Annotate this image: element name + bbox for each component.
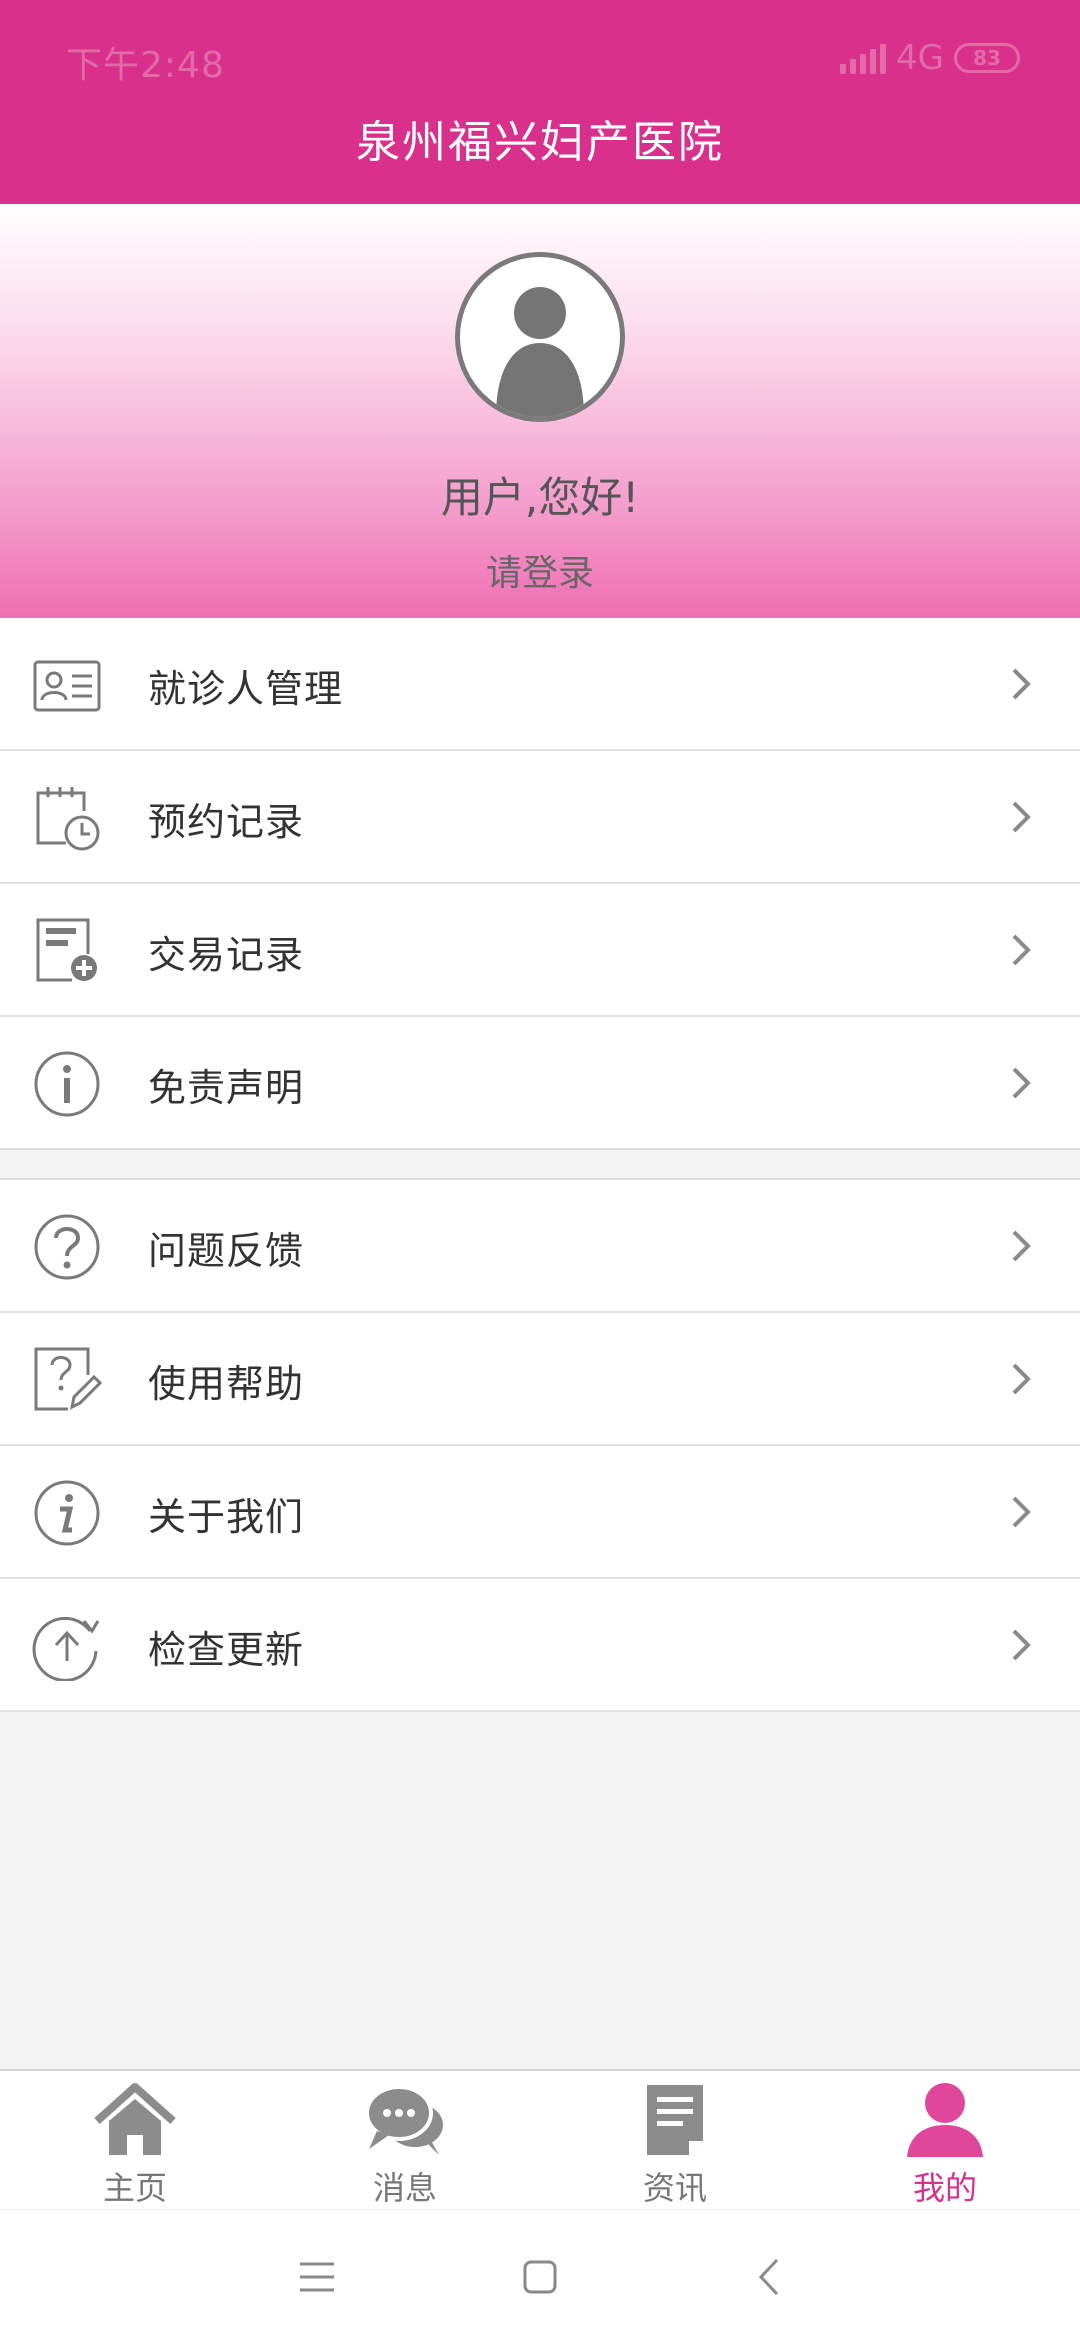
chevron-right-icon	[1012, 1230, 1031, 1262]
info-circle-icon	[34, 1051, 100, 1117]
status-indicators: 4G 83	[840, 38, 1020, 78]
menu-group-primary: 就诊人管理 预约记录 交易记录 免责声明	[0, 618, 1080, 1150]
menu-item-disclaimer[interactable]: 免责声明	[0, 1017, 1080, 1150]
home-icon	[94, 2083, 176, 2155]
menu-item-label: 免责声明	[148, 1066, 305, 1110]
chevron-right-icon	[1012, 1363, 1031, 1395]
menu-item-label: 检查更新	[148, 1628, 305, 1672]
id-card-icon	[33, 660, 101, 712]
menu-item-label: 使用帮助	[148, 1362, 305, 1406]
chevron-right-icon	[1012, 801, 1031, 833]
chevron-right-icon	[1012, 934, 1031, 966]
menu-item-label: 就诊人管理	[148, 667, 344, 711]
system-nav-bar	[0, 2209, 1080, 2340]
chevron-right-icon	[1012, 1496, 1031, 1528]
upload-refresh-icon	[32, 1616, 100, 1681]
bottom-tab-bar: 主页 消息 资讯 我的	[0, 2069, 1080, 2209]
question-circle-icon	[34, 1214, 100, 1280]
chat-icon	[365, 2085, 443, 2155]
tab-home[interactable]: 主页	[0, 2071, 270, 2209]
tab-label: 消息	[372, 2169, 437, 2207]
chevron-right-icon	[1012, 1629, 1031, 1661]
login-link[interactable]: 请登录	[0, 544, 1080, 596]
calendar-clock-icon	[36, 787, 100, 851]
back-icon[interactable]	[745, 2252, 795, 2302]
menu-item-feedback[interactable]: 问题反馈	[0, 1180, 1080, 1313]
status-time: 下午2:48	[66, 45, 225, 86]
user-silhouette-icon	[496, 287, 584, 417]
menu-item-label: 关于我们	[148, 1495, 305, 1539]
app-header: 下午2:48 4G 83 泉州福兴妇产医院	[0, 0, 1080, 204]
record-add-icon	[36, 918, 97, 982]
menu-icon[interactable]	[292, 2252, 342, 2302]
help-edit-icon	[34, 1347, 102, 1411]
status-bar: 下午2:48 4G 83	[0, 0, 1080, 110]
chevron-right-icon	[1012, 668, 1031, 700]
user-icon	[907, 2083, 983, 2157]
menu-item-label: 预约记录	[148, 800, 305, 844]
menu-item-check-update[interactable]: 检查更新	[0, 1579, 1080, 1712]
menu-item-label: 交易记录	[148, 933, 305, 977]
tab-messages[interactable]: 消息	[270, 2071, 540, 2209]
tab-news[interactable]: 资讯	[540, 2071, 810, 2209]
battery-icon: 83	[954, 43, 1020, 73]
menu-item-help[interactable]: 使用帮助	[0, 1313, 1080, 1446]
tab-label: 主页	[102, 2169, 167, 2207]
avatar[interactable]	[455, 252, 625, 422]
menu-item-about[interactable]: 关于我们	[0, 1446, 1080, 1579]
chevron-right-icon	[1012, 1067, 1031, 1099]
battery-level: 83	[973, 46, 1001, 70]
tab-label: 我的	[912, 2169, 977, 2207]
menu-group-secondary: 问题反馈 使用帮助 关于我们 检查更新	[0, 1178, 1080, 1712]
menu-item-transactions[interactable]: 交易记录	[0, 884, 1080, 1017]
news-icon	[647, 2085, 703, 2155]
network-label: 4G	[896, 38, 944, 78]
menu-item-appointments[interactable]: 预约记录	[0, 751, 1080, 884]
profile-banner: 用户,您好! 请登录	[0, 204, 1080, 618]
signal-icon	[840, 42, 887, 74]
home-button-icon[interactable]	[515, 2252, 565, 2302]
tab-mine[interactable]: 我的	[810, 2071, 1080, 2209]
menu-item-patient-management[interactable]: 就诊人管理	[0, 618, 1080, 751]
page-title: 泉州福兴妇产医院	[356, 117, 724, 168]
greeting-text: 用户,您好!	[440, 473, 640, 522]
about-info-icon	[34, 1480, 100, 1546]
tab-label: 资讯	[642, 2169, 707, 2207]
menu-item-label: 问题反馈	[148, 1229, 305, 1273]
